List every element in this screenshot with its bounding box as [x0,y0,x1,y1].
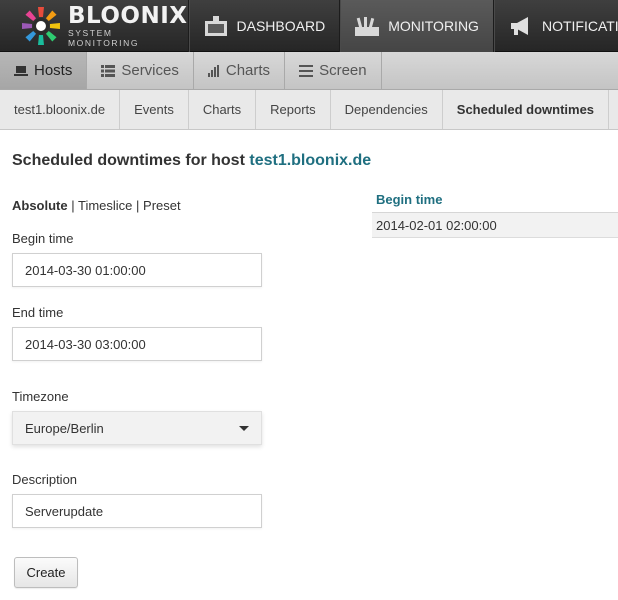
end-time-input[interactable] [12,327,262,361]
logo[interactable]: BLOONIX SYSTEM MONITORING [0,0,188,52]
create-button[interactable]: Create [14,557,78,588]
dropdown-arrow-icon [239,425,249,431]
mode-separator: | [67,198,78,213]
tab-charts-label: Charts [225,62,271,79]
nav-monitoring[interactable]: MONITORING [339,0,493,52]
tab-hosts[interactable]: Hosts [0,52,88,89]
nav-dashboard-label: DASHBOARD [236,18,326,34]
nav-notifications-label: NOTIFICATI [541,18,618,34]
monitoring-icon [355,17,380,36]
screen-icon [299,64,314,77]
logo-title: BLOONIX [67,2,188,29]
main-nav: DASHBOARD MONITORING NOTIFICATI [187,0,618,52]
top-bar: BLOONIX SYSTEM MONITORING DASHBOARD MONI… [0,0,618,52]
tab-screen-label: Screen [319,62,367,79]
megaphone-icon [510,17,528,35]
end-time-label: End time [12,305,64,320]
nav-monitoring-label: MONITORING [388,18,479,34]
nav-dashboard[interactable]: DASHBOARD [187,0,340,52]
dashboard-icon [204,16,227,36]
list-icon [101,64,116,77]
section-nav: Hosts Services Charts Screen [0,52,618,90]
tab-hosts-label: Hosts [34,62,73,79]
description-label: Description [12,472,78,487]
host-tab-charts[interactable]: Charts [189,90,257,129]
timezone-value: Europe/Berlin [25,420,104,436]
host-tab-scheduled-downtimes[interactable]: Scheduled downtimes [443,90,610,129]
downtime-mode-switcher: Absolute | Timeslice | Preset [12,198,181,213]
timezone-label: Timezone [12,389,69,404]
host-nav: test1.bloonix.de Events Charts Reports D… [0,90,618,130]
host-tab-events[interactable]: Events [120,90,189,129]
host-tab-overview[interactable]: test1.bloonix.de [0,90,121,129]
bar-chart-icon [207,64,219,77]
bloonix-logo-icon [21,7,60,45]
tab-services[interactable]: Services [87,52,194,89]
table-row[interactable]: 2014-02-01 02:00:00 [372,213,618,238]
nav-notifications[interactable]: NOTIFICATI [492,0,618,52]
page-title-prefix: Scheduled downtimes for host [12,152,245,169]
tab-services-label: Services [121,62,179,79]
host-tab-reports[interactable]: Reports [256,90,331,129]
host-tab-dependencies[interactable]: Dependencies [331,90,443,129]
begin-time-cell: 2014-02-01 02:00:00 [376,217,497,233]
description-input[interactable] [12,494,262,528]
page-title: Scheduled downtimes for host test1.bloon… [12,152,371,170]
tab-screen[interactable]: Screen [285,52,382,89]
tab-charts[interactable]: Charts [194,52,286,89]
logo-subtitle: SYSTEM MONITORING [67,27,140,48]
mode-separator: | [132,198,144,213]
column-header-begin-time[interactable]: Begin time [372,186,618,213]
begin-time-label: Begin time [12,231,74,246]
laptop-icon [14,65,28,76]
begin-time-input[interactable] [12,253,262,287]
timezone-select[interactable]: Europe/Berlin [12,411,262,445]
mode-timeslice[interactable]: Timeslice [78,198,132,213]
page-title-host: test1.bloonix.de [249,152,372,169]
mode-absolute[interactable]: Absolute [12,198,68,213]
mode-preset[interactable]: Preset [143,198,181,213]
downtimes-table: Begin time 2014-02-01 02:00:00 [372,186,618,238]
